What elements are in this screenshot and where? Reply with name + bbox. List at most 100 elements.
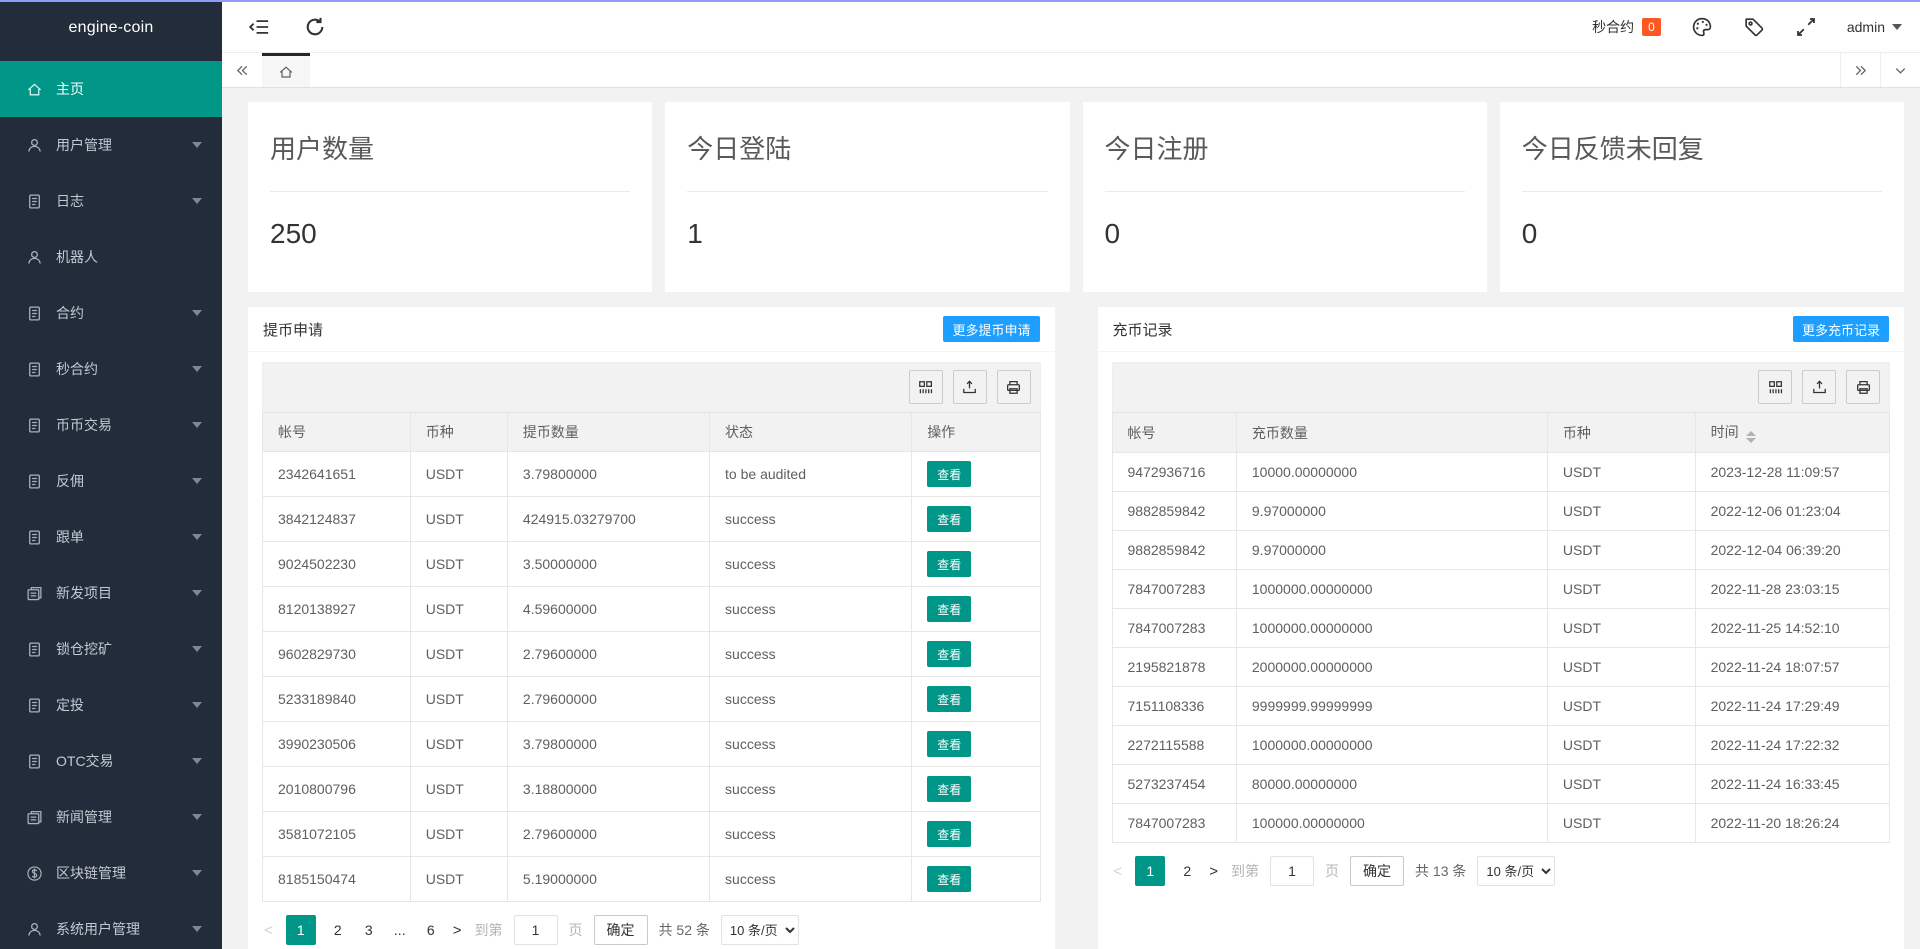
- view-button[interactable]: 查看: [927, 731, 971, 757]
- page-jump-input[interactable]: [1270, 856, 1314, 886]
- tab-home[interactable]: [262, 53, 310, 87]
- view-button[interactable]: 查看: [927, 776, 971, 802]
- print-button[interactable]: [1846, 370, 1880, 404]
- caret-down-icon: [192, 814, 202, 820]
- dollar-icon: [26, 865, 43, 882]
- tag-icon[interactable]: [1743, 16, 1765, 38]
- doc-icon: [26, 193, 43, 210]
- page-jump-input[interactable]: [514, 915, 558, 945]
- deposit-records-panel: 充币记录 更多充币记录 帐号充币数量币种时间 947293671610000.0…: [1098, 307, 1905, 949]
- per-page-select[interactable]: 10 条/页: [1477, 856, 1555, 886]
- content-area: 用户数量250今日登陆1今日注册0今日反馈未回复0 提币申请 更多提币申请: [222, 88, 1920, 949]
- view-button[interactable]: 查看: [927, 506, 971, 532]
- cell-account: 2272115588: [1112, 726, 1236, 765]
- menu-collapse-icon[interactable]: [248, 16, 270, 38]
- cell-amount: 1000000.00000000: [1236, 726, 1547, 765]
- caret-down-icon: [192, 702, 202, 708]
- cell-coin: USDT: [1547, 531, 1695, 570]
- sidebar-item-otc-trade[interactable]: OTC交易: [0, 733, 222, 789]
- sidebar-item-logs[interactable]: 日志: [0, 173, 222, 229]
- page-number[interactable]: 1: [1135, 856, 1165, 886]
- more-deposit-button[interactable]: 更多充币记录: [1793, 316, 1889, 342]
- palette-icon[interactable]: [1691, 16, 1713, 38]
- view-button[interactable]: 查看: [927, 821, 971, 847]
- cell-status: success: [710, 812, 912, 857]
- cell-status: to be audited: [710, 452, 912, 497]
- cell-time: 2022-11-24 16:33:45: [1695, 765, 1889, 804]
- sidebar-item-label: 机器人: [56, 247, 202, 267]
- cell-time: 2022-12-06 01:23:04: [1695, 492, 1889, 531]
- page-number[interactable]: 2: [329, 922, 347, 938]
- view-button[interactable]: 查看: [927, 461, 971, 487]
- tabs-scroll-right-button[interactable]: [1840, 53, 1880, 87]
- print-button[interactable]: [997, 370, 1031, 404]
- next-page-button[interactable]: >: [451, 922, 464, 939]
- column-label: 币种: [426, 424, 454, 440]
- cell-account: 9024502230: [263, 542, 411, 587]
- more-withdraw-button[interactable]: 更多提币申请: [943, 316, 1039, 342]
- page-number[interactable]: 3: [360, 922, 378, 938]
- refresh-icon[interactable]: [304, 16, 326, 38]
- sidebar-item-system-users[interactable]: 系统用户管理: [0, 901, 222, 949]
- seconds-contract-notice[interactable]: 秒合约 0: [1592, 17, 1661, 37]
- cell-amount: 3.18800000: [507, 767, 709, 812]
- cell-coin: USDT: [1547, 492, 1695, 531]
- sidebar-item-users[interactable]: 用户管理: [0, 117, 222, 173]
- stat-card: 今日注册0: [1083, 102, 1487, 292]
- sidebar-item-blockchain[interactable]: 区块链管理: [0, 845, 222, 901]
- columns-filter-button[interactable]: [1758, 370, 1792, 404]
- sidebar-item-contract[interactable]: 合约: [0, 285, 222, 341]
- table-row: 9024502230USDT3.50000000success查看: [263, 542, 1041, 587]
- stat-card-title: 用户数量: [270, 102, 630, 192]
- cell-time: 2022-11-28 23:03:15: [1695, 570, 1889, 609]
- sidebar-item-spot-trade[interactable]: 币币交易: [0, 397, 222, 453]
- cell-coin: USDT: [410, 857, 507, 902]
- tabs-scroll-left-button[interactable]: [222, 53, 262, 87]
- sidebar-item-label: 用户管理: [56, 135, 192, 155]
- sidebar-item-label: 秒合约: [56, 359, 192, 379]
- prev-page-button[interactable]: <: [1112, 863, 1125, 880]
- cell-account: 7151108336: [1112, 687, 1236, 726]
- export-icon: [1811, 379, 1828, 396]
- page-number[interactable]: 6: [422, 922, 440, 938]
- sidebar-item-copy-trade[interactable]: 跟单: [0, 509, 222, 565]
- page-number[interactable]: 2: [1178, 863, 1196, 879]
- prev-page-button[interactable]: <: [262, 922, 275, 939]
- view-button[interactable]: 查看: [927, 866, 971, 892]
- sidebar-item-rebate[interactable]: 反佣: [0, 453, 222, 509]
- sort-icon[interactable]: [1746, 431, 1756, 443]
- sidebar-item-robot[interactable]: 机器人: [0, 229, 222, 285]
- cell-coin: USDT: [410, 632, 507, 677]
- sidebar-item-news[interactable]: 新闻管理: [0, 789, 222, 845]
- view-button[interactable]: 查看: [927, 596, 971, 622]
- page-numbers: 123...6: [286, 915, 440, 945]
- confirm-page-button[interactable]: 确定: [1350, 856, 1404, 886]
- caret-down-icon: [192, 478, 202, 484]
- cell-account: 3990230506: [263, 722, 411, 767]
- sidebar-item-auto-invest[interactable]: 定投: [0, 677, 222, 733]
- sidebar-item-lock-mining[interactable]: 锁仓挖矿: [0, 621, 222, 677]
- sidebar-item-new-projects[interactable]: 新发项目: [0, 565, 222, 621]
- next-page-button[interactable]: >: [1207, 863, 1220, 880]
- fullscreen-icon[interactable]: [1795, 16, 1817, 38]
- table-row: 527323745480000.00000000USDT2022-11-24 1…: [1112, 765, 1890, 804]
- sidebar-item-home[interactable]: 主页: [0, 61, 222, 117]
- tabs-menu-button[interactable]: [1880, 53, 1920, 87]
- export-button[interactable]: [1802, 370, 1836, 404]
- table-row: 3842124837USDT424915.03279700success查看: [263, 497, 1041, 542]
- sidebar-item-label: 定投: [56, 695, 192, 715]
- page-number[interactable]: 1: [286, 915, 316, 945]
- view-button[interactable]: 查看: [927, 686, 971, 712]
- view-button[interactable]: 查看: [927, 641, 971, 667]
- app-logo: engine-coin: [0, 2, 222, 53]
- export-button[interactable]: [953, 370, 987, 404]
- user-menu[interactable]: admin: [1847, 19, 1902, 35]
- column-header-status: 状态: [710, 413, 912, 452]
- view-button[interactable]: 查看: [927, 551, 971, 577]
- columns-filter-button[interactable]: [909, 370, 943, 404]
- cell-amount: 9999999.99999999: [1236, 687, 1547, 726]
- per-page-select[interactable]: 10 条/页: [721, 915, 799, 945]
- confirm-page-button[interactable]: 确定: [594, 915, 648, 945]
- sidebar-item-seconds-contract[interactable]: 秒合约: [0, 341, 222, 397]
- stat-card-title: 今日登陆: [687, 102, 1047, 192]
